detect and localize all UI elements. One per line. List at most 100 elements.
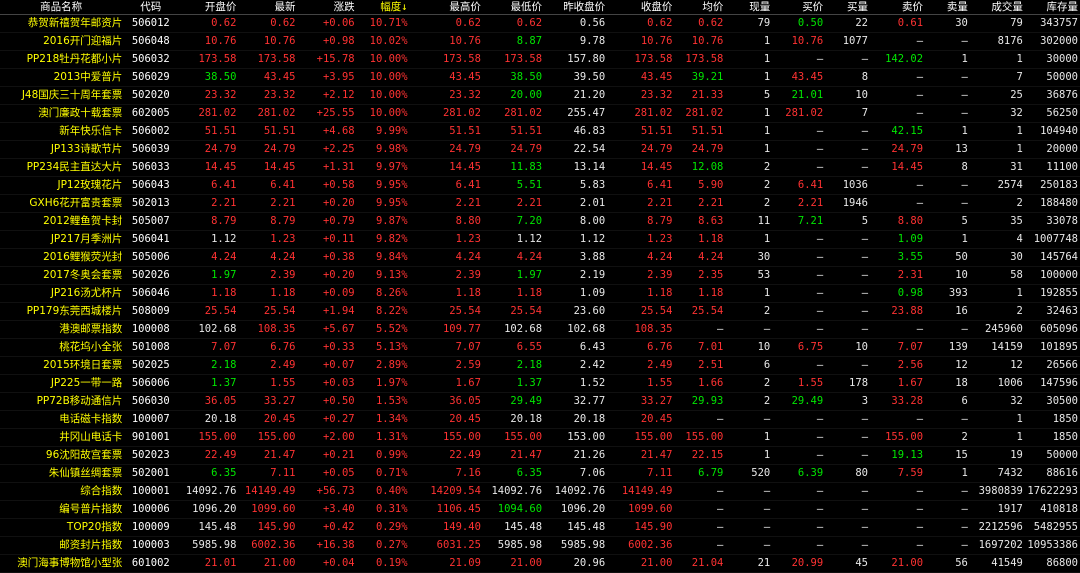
column-header[interactable]: 买量 <box>825 0 871 15</box>
table-row[interactable]: JP217月季洲片 506041 1.12 1.23 +0.11 9.82% 1.23 1.1… <box>0 230 1080 249</box>
table-cell: 109.77 <box>409 320 483 339</box>
table-row[interactable]: 桃花坞小全张 501008 7.07 6.76 +0.33 5.13% 7.07 6.55 6.… <box>0 338 1080 357</box>
column-header[interactable]: 最低价 <box>482 0 545 15</box>
table-row[interactable]: JP225一带一路 506006 1.37 1.55 +0.03 1.97% 1.67 1.3… <box>0 374 1080 393</box>
column-header[interactable]: 商品名称 <box>0 0 125 15</box>
column-header[interactable]: 开盘价 <box>179 0 239 15</box>
table-cell: 41549 <box>969 554 1025 573</box>
column-header[interactable]: 库存量 <box>1024 0 1080 15</box>
table-row[interactable]: 恭贺新禧贺年邮资片 506012 0.62 0.62 +0.06 10.71% 0.62 0.… <box>0 14 1080 33</box>
table-cell: — <box>725 320 773 339</box>
table-cell: — <box>825 122 871 141</box>
table-cell: 0.98 <box>870 284 926 303</box>
table-cell: 6.75 <box>772 338 826 357</box>
table-cell: 506041 <box>124 230 180 249</box>
table-cell: 1.18 <box>674 284 726 303</box>
table-cell: 0.62 <box>238 14 298 33</box>
table-cell: 10.00% <box>356 86 410 105</box>
table-row[interactable]: PP72B移动通信片 506030 36.05 33.27 +0.50 1.53% 36.0… <box>0 392 1080 411</box>
table-cell: 14092.76 <box>544 482 608 501</box>
table-cell: 51.51 <box>674 122 726 141</box>
column-header[interactable]: 最新 <box>238 0 298 15</box>
table-cell: — <box>870 176 926 195</box>
table-cell: 1.23 <box>607 230 675 249</box>
table-cell: +0.21 <box>297 446 357 465</box>
table-cell: 50000 <box>1024 446 1080 465</box>
table-row[interactable]: 澳门海事博物馆小型张 601002 21.01 21.00 +0.04 0.19% 21.0… <box>0 554 1080 573</box>
table-cell: 56250 <box>1024 104 1080 123</box>
table-row[interactable]: 井冈山电话卡 901001 155.00 155.00 +2.00 1.31% 155.00… <box>0 428 1080 447</box>
table-row[interactable]: 新年快乐信卡 506002 51.51 51.51 +4.68 9.99% 51.51 51.… <box>0 122 1080 141</box>
table-row[interactable]: 澳门廉政十载套票 602005 281.02 281.02 +25.55 10.00% 28… <box>0 104 1080 123</box>
table-row[interactable]: 编号普片指数 100006 1096.20 1099.60 +3.40 0.31% 1106… <box>0 500 1080 519</box>
table-cell: 155.00 <box>607 428 675 447</box>
table-cell: 7432 <box>969 464 1025 483</box>
table-cell: — <box>870 500 926 519</box>
table-cell: 393 <box>925 284 970 303</box>
table-cell: +0.09 <box>297 284 357 303</box>
table-row[interactable]: JP12玫瑰花片 506043 6.41 6.41 +0.58 9.95% 6.41 5.51… <box>0 176 1080 195</box>
table-row[interactable]: PP218牡丹花都小片 506032 173.58 173.58 +15.78 10.00… <box>0 50 1080 69</box>
table-cell: 0.62 <box>482 14 545 33</box>
table-cell: 9.98% <box>356 140 410 159</box>
column-header[interactable]: 成交量 <box>969 0 1025 15</box>
table-row[interactable]: JP133诗歌节片 506039 24.79 24.79 +2.25 9.98% 24.79… <box>0 140 1080 159</box>
column-header[interactable]: 涨跌 <box>297 0 357 15</box>
table-row[interactable]: 朱仙镇丝绸套票 502001 6.35 7.11 +0.05 0.71% 7.16 6.35 7… <box>0 464 1080 483</box>
table-row[interactable]: GXH6花开富贵套票 502013 2.21 2.21 +0.20 9.95% 2.21 2.… <box>0 194 1080 213</box>
column-header[interactable]: 卖量 <box>925 0 970 15</box>
table-cell: 410818 <box>1024 500 1080 519</box>
table-row[interactable]: 96沈阳故宫套票 502023 22.49 21.47 +0.21 0.99% 22.49 2… <box>0 446 1080 465</box>
table-row[interactable]: 综合指数 100001 14092.76 14149.49 +56.73 0.40% 142… <box>0 482 1080 501</box>
table-row[interactable]: PP234民主直达大片 506033 14.45 14.45 +1.31 9.97% 14.… <box>0 158 1080 177</box>
table-cell: 0.19% <box>356 554 410 573</box>
table-row[interactable]: J48国庆三十周年套票 502020 23.32 23.32 +2.12 10.00% 23… <box>0 86 1080 105</box>
table-row[interactable]: JP216汤尤杯片 506046 1.18 1.18 +0.09 8.26% 1.18 1.1… <box>0 284 1080 303</box>
table-cell: — <box>825 428 871 447</box>
table-cell: 1 <box>969 410 1025 429</box>
table-cell: — <box>674 500 726 519</box>
column-header[interactable]: 收盘价 <box>607 0 675 15</box>
table-row[interactable]: 邮资封片指数 100003 5985.98 6002.36 +16.38 0.27% 603… <box>0 536 1080 555</box>
table-row[interactable]: 2016开门迎福片 506048 10.76 10.76 +0.98 10.02% 10.7… <box>0 32 1080 51</box>
table-cell: 24.79 <box>179 140 239 159</box>
table-cell: 恭贺新禧贺年邮资片 <box>0 14 125 33</box>
table-row[interactable]: 2013中爱普片 506029 38.50 43.45 +3.95 10.00% 43.45… <box>0 68 1080 87</box>
column-header[interactable]: 最高价 <box>409 0 483 15</box>
table-row[interactable]: PP179东莞西城楼片 508009 25.54 25.54 +1.94 8.22% 25.… <box>0 302 1080 321</box>
table-cell: 6031.25 <box>409 536 483 555</box>
column-header[interactable]: 幅度↓ <box>356 0 410 15</box>
table-row[interactable]: 2017冬奥会套票 502026 1.97 2.39 +0.20 9.13% 2.39 1.9… <box>0 266 1080 285</box>
table-cell: 8.00 <box>544 212 608 231</box>
column-header[interactable]: 代码 <box>124 0 180 15</box>
table-cell: 39.50 <box>544 68 608 87</box>
column-header[interactable]: 昨收盘价 <box>544 0 608 15</box>
table-row[interactable]: 电话磁卡指数 100007 20.18 20.45 +0.27 1.34% 20.45 20.… <box>0 410 1080 429</box>
table-cell: 1.18 <box>179 284 239 303</box>
table-cell: 0.99% <box>356 446 410 465</box>
column-header[interactable]: 均价 <box>674 0 726 15</box>
table-cell: 6.35 <box>179 464 239 483</box>
table-cell: +0.20 <box>297 194 357 213</box>
table-cell: 2.42 <box>544 356 608 375</box>
table-cell: 21.33 <box>674 86 726 105</box>
column-header[interactable]: 现量 <box>725 0 773 15</box>
table-cell: 14149.49 <box>238 482 298 501</box>
table-cell: 33.27 <box>607 392 675 411</box>
table-row[interactable]: 港澳邮票指数 100008 102.68 108.35 +5.67 5.52% 109.77… <box>0 320 1080 339</box>
table-cell: 50000 <box>1024 68 1080 87</box>
table-cell: 1099.60 <box>238 500 298 519</box>
table-cell: — <box>674 320 726 339</box>
table-row[interactable]: 2015环境日套票 502025 2.18 2.49 +0.07 2.89% 2.59 2.1… <box>0 356 1080 375</box>
table-cell: 153.00 <box>544 428 608 447</box>
table-cell: 43.45 <box>238 68 298 87</box>
table-cell: — <box>772 428 826 447</box>
column-header[interactable]: 卖价 <box>870 0 926 15</box>
table-cell: 45 <box>825 554 871 573</box>
table-cell: 24.79 <box>674 140 726 159</box>
table-cell: +0.03 <box>297 374 357 393</box>
table-row[interactable]: 2016鲤猴荧光封 505006 4.24 4.24 +0.38 9.84% 4.24 4.2… <box>0 248 1080 267</box>
table-row[interactable]: 2012鲤鱼贺卡封 505007 8.79 8.79 +0.79 9.87% 8.80 7.2… <box>0 212 1080 231</box>
column-header[interactable]: 买价 <box>772 0 826 15</box>
table-row[interactable]: TOP20指数 100009 145.48 145.90 +0.42 0.29% 149.4… <box>0 518 1080 537</box>
